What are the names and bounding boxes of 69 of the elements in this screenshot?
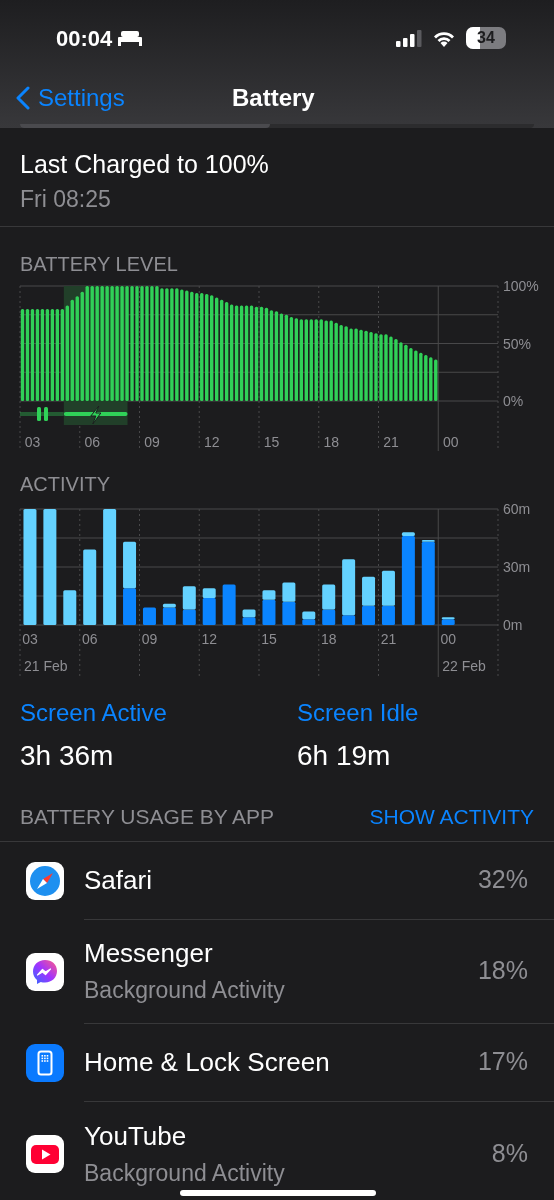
app-percent: 18% xyxy=(477,955,528,987)
show-activity-button[interactable]: SHOW ACTIVITY xyxy=(369,801,534,833)
axis-label: 15 xyxy=(261,631,277,647)
activity-bar xyxy=(123,541,137,589)
chevron-left-icon xyxy=(16,86,30,110)
axis-label: 21 xyxy=(380,631,397,647)
pause-indicator xyxy=(20,407,64,421)
compass-icon xyxy=(26,861,64,900)
summary-label: Screen Active xyxy=(20,698,168,728)
wifi-icon xyxy=(432,29,456,47)
axis-label: 03 xyxy=(24,434,41,450)
page-title: Battery xyxy=(232,83,315,113)
last-charged-title: Last Charged to 100% xyxy=(20,149,270,180)
date-label: 22 Feb xyxy=(442,658,486,674)
axis-label: 18 xyxy=(320,631,337,647)
axis-label: 00 xyxy=(440,631,456,647)
axis-label: 18 xyxy=(323,434,339,450)
date-label: 21 Feb xyxy=(24,658,68,674)
app-name: Messenger xyxy=(84,937,214,971)
axis-label: 100% xyxy=(503,279,539,294)
axis-label: 60m xyxy=(503,501,531,517)
activity-bar xyxy=(282,582,296,602)
last-charged-time: Fri 08:25 xyxy=(20,185,112,214)
axis-label: 21 xyxy=(383,434,399,450)
app-name: Home & Lock Screen xyxy=(84,1045,331,1079)
chat-bubble-icon xyxy=(26,952,64,991)
axis-label: 00 xyxy=(442,434,459,450)
activity-bar xyxy=(63,590,77,625)
app-row[interactable]: Safari 32% xyxy=(0,841,554,920)
app-detail: Background Activity xyxy=(84,1158,286,1188)
signal-icon xyxy=(396,29,422,47)
axis-label: 06 xyxy=(81,631,98,647)
axis-label: 12 xyxy=(201,631,217,647)
back-button[interactable]: Settings xyxy=(16,80,125,116)
activity-bar xyxy=(242,609,256,618)
app-row[interactable]: Messenger Background Activity 18% xyxy=(0,919,554,1024)
axis-label: 0m xyxy=(503,617,523,633)
summary-label: Screen Idle xyxy=(297,698,420,728)
axis-label: 03 xyxy=(22,631,38,647)
axis-label: 12 xyxy=(203,434,220,450)
app-row[interactable]: Home & Lock Screen 17% xyxy=(0,1023,554,1102)
summary-value: 6h 19m xyxy=(297,739,392,773)
chart-title: ACTIVITY xyxy=(20,473,110,495)
clock-time: 00:04 xyxy=(56,24,113,53)
activity-bar xyxy=(123,588,137,625)
activity-bar xyxy=(222,584,236,625)
app-detail: Background Activity xyxy=(84,976,286,1006)
summary-value: 3h 36m xyxy=(20,739,115,773)
chart-title: BATTERY LEVEL xyxy=(20,253,178,275)
phone-icon xyxy=(26,1043,64,1082)
section-header: BATTERY USAGE BY APP xyxy=(20,804,275,830)
axis-label: 06 xyxy=(84,434,100,450)
axis-label: 0% xyxy=(503,393,524,409)
app-percent: 8% xyxy=(491,1137,528,1169)
bed-icon xyxy=(118,30,143,46)
axis-label: 50% xyxy=(503,335,532,352)
app-percent: 17% xyxy=(477,1046,528,1078)
app-row[interactable]: YouTube Background Activity 8% xyxy=(0,1101,554,1200)
activity-bar xyxy=(142,607,156,625)
axis-label: 30m xyxy=(503,559,531,575)
axis-label: 09 xyxy=(141,631,158,647)
axis-label: 15 xyxy=(263,434,280,450)
play-icon xyxy=(26,1134,64,1173)
axis-label: 09 xyxy=(144,434,160,450)
app-percent: 32% xyxy=(477,864,528,896)
app-name: Safari xyxy=(84,863,153,897)
app-name: YouTube xyxy=(84,1119,188,1153)
charging-indicator xyxy=(63,405,128,425)
activity-bar xyxy=(282,601,296,625)
